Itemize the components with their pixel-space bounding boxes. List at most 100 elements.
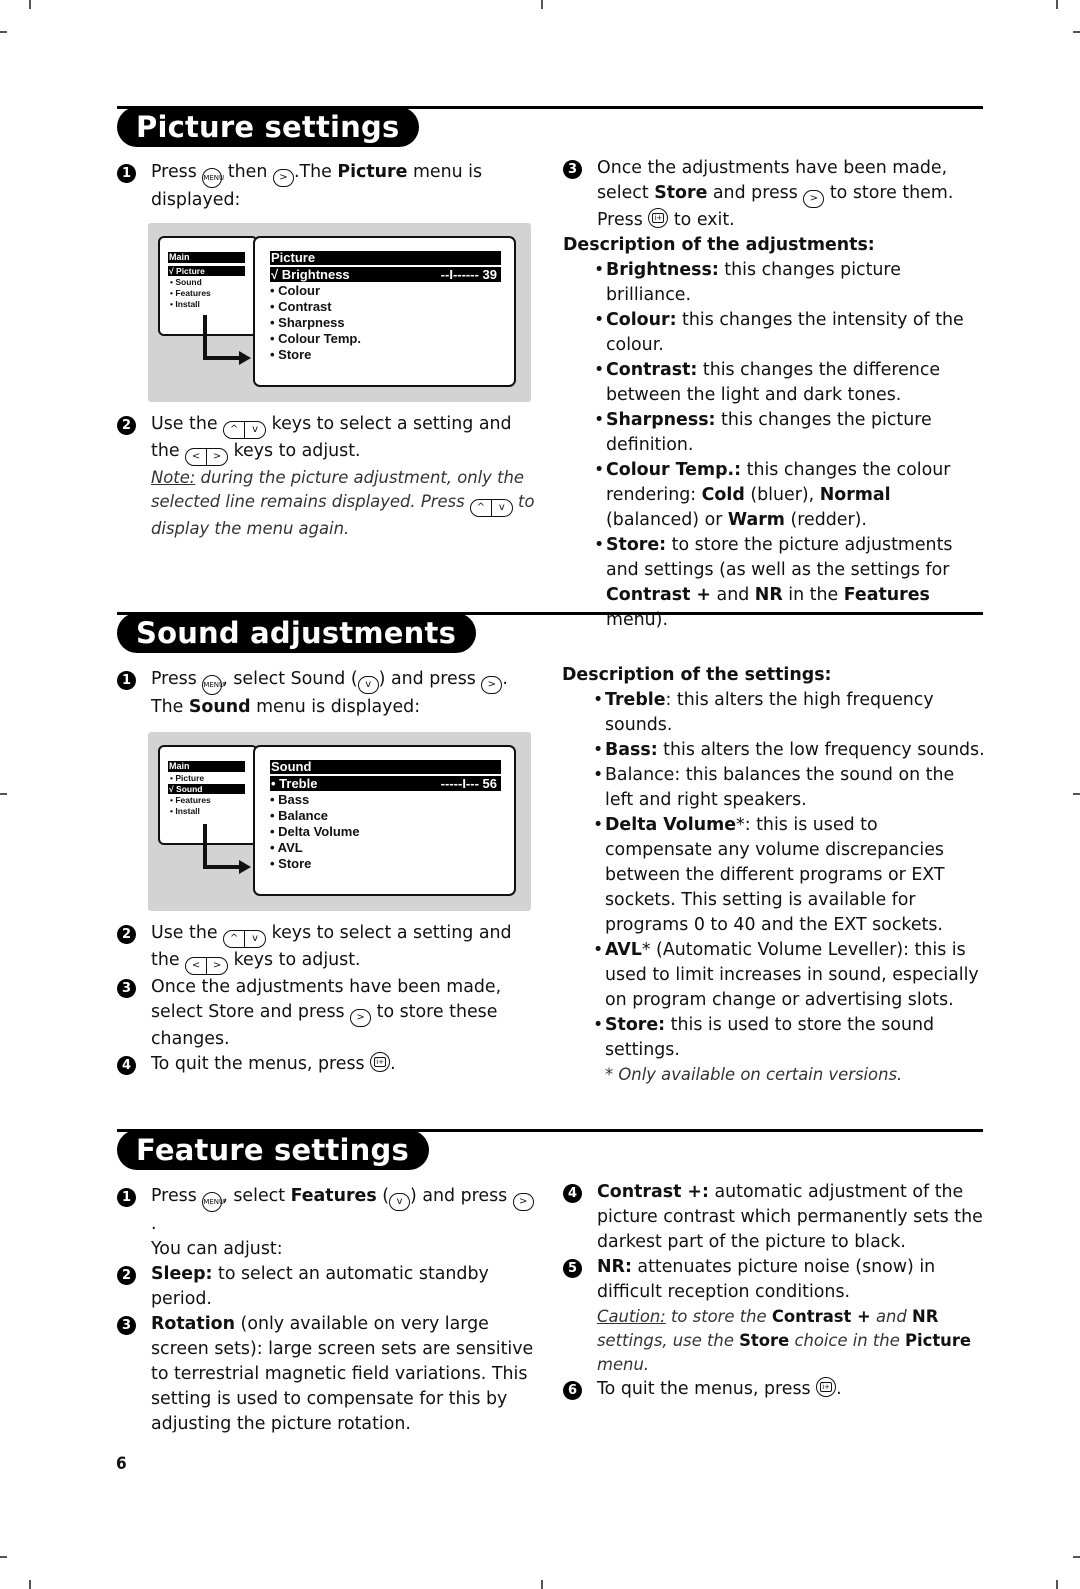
list-item: Colour Temp.: this changes the colour re… (594, 458, 987, 533)
up-down-keys-icon: ^ v (223, 421, 267, 439)
crop-mark (1056, 1580, 1058, 1589)
main-menu-item: • Install (170, 806, 200, 816)
submenu-item-brightness: √ Brightness --I------ 39 (270, 267, 501, 282)
right-column: 3 Once the adjustments have been made, s… (563, 156, 987, 633)
crop-mark (0, 1556, 7, 1558)
picture-submenu-panel: Picture √ Brightness --I------ 39 • Colou… (253, 236, 516, 387)
submenu-item: • AVL (270, 840, 303, 855)
caution-note: Caution: to store the Contrast + and NR … (597, 1307, 972, 1374)
info-key-icon: i+ (648, 208, 669, 228)
step-number: 2 (117, 1266, 136, 1285)
crop-mark (1073, 1556, 1080, 1558)
step-number: 5 (563, 1259, 582, 1278)
step-1: 1 Press MENU, select Features (v) and pr… (117, 1184, 537, 1262)
info-key-icon: i+ (816, 1377, 837, 1397)
sound-submenu-panel: Sound • Treble -----I--- 56 • Bass • Bala… (253, 745, 516, 896)
description-heading: Description of the settings: (562, 665, 832, 685)
step-number: 6 (563, 1381, 582, 1400)
right-column: Description of the settings: Treble: thi… (562, 663, 986, 1087)
step-number: 3 (563, 160, 582, 179)
step-number: 1 (117, 671, 136, 690)
submenu-item: • Balance (270, 808, 329, 823)
main-menu-panel: Main • Picture √ Sound • Features • Inst… (158, 745, 258, 845)
arrow-line (203, 356, 241, 360)
section-header: Sound adjustments (117, 612, 983, 654)
down-key-icon: v (357, 676, 379, 694)
crop-mark (29, 1580, 31, 1589)
step-number: 3 (117, 1316, 136, 1335)
list-item: Sharpness: this changes the picture defi… (594, 408, 987, 458)
crop-mark (541, 1580, 543, 1589)
submenu-item: • Sharpness (270, 315, 345, 330)
list-item: Brightness: this changes picture brillia… (594, 258, 987, 308)
submenu-item: • Store (270, 347, 312, 362)
right-column: 4 Contrast +: automatic adjustment of th… (563, 1180, 987, 1402)
main-menu-item: √ Sound (168, 784, 245, 794)
adjustments-list: Brightness: this changes picture brillia… (563, 258, 987, 633)
brightness-value: --I------ 39 (440, 267, 497, 282)
crop-mark (1056, 0, 1058, 9)
step-number: 1 (117, 164, 136, 183)
step-number: 4 (117, 1056, 136, 1075)
submenu-header: Sound (270, 760, 501, 774)
picture-settings-section: Picture settings 1 Press MENU then > .The… (117, 106, 983, 630)
submenu-item: • Colour Temp. (270, 331, 361, 346)
crop-mark (0, 31, 7, 33)
step-2: 2 Use the ^ v keys to select a setting an… (117, 412, 537, 466)
step-3: 3 Once the adjustments have been made, s… (563, 156, 987, 233)
main-menu-item: √ Picture (168, 266, 245, 276)
section-title: Picture settings (117, 107, 420, 147)
step-2: 2 Use the ^ v keys to select a setting an… (117, 921, 537, 975)
step-1: 1 Press MENU then > .The Picture menu is … (117, 160, 537, 213)
note: Note: during the picture adjustment, onl… (151, 468, 535, 538)
crop-mark (1073, 31, 1080, 33)
info-key-icon: i+ (370, 1052, 391, 1072)
menu-key-icon: MENU (202, 168, 224, 188)
step-4: 4 Contrast +: automatic adjustment of th… (563, 1180, 987, 1255)
step-3: 3 Once the adjustments have been made, s… (117, 975, 537, 1052)
feature-settings-section: Feature settings 1 Press MENU, select Fe… (117, 1129, 983, 1434)
main-menu-panel: Main √ Picture • Sound • Features • Inst… (158, 236, 258, 336)
arrow-right-icon (239, 860, 251, 874)
sound-adjustments-section: Sound adjustments 1 Press MENU, select S… (117, 612, 985, 1084)
menu-key-icon: MENU (202, 1192, 224, 1212)
main-menu-item: • Features (170, 288, 211, 298)
step-4: 4 To quit the menus, press i+. (117, 1052, 537, 1077)
main-menu-item: • Sound (170, 277, 202, 287)
list-item: Delta Volume*: this is used to compensat… (593, 813, 986, 938)
left-right-keys-icon: < > (185, 448, 229, 466)
section-title: Feature settings (117, 1130, 429, 1170)
left-right-keys-icon: < > (185, 957, 229, 975)
list-item: Contrast: this changes the difference be… (594, 358, 987, 408)
section-header: Feature settings (117, 1129, 983, 1171)
settings-list: Treble: this alters the high frequency s… (562, 688, 986, 1063)
left-column: 1 Press MENU, select Sound (v) and press… (117, 667, 537, 1077)
crop-mark (29, 0, 31, 9)
crop-mark (541, 0, 543, 9)
arrow-line (203, 824, 207, 869)
step-2: 2 Sleep: to select an automatic standby … (117, 1262, 537, 1312)
section-header: Picture settings (117, 106, 983, 148)
left-column: 1 Press MENU, select Features (v) and pr… (117, 1184, 537, 1437)
up-down-keys-icon: ^ v (469, 499, 513, 517)
submenu-item-treble: • Treble -----I--- 56 (270, 776, 501, 791)
main-menu-item: • Picture (170, 773, 205, 783)
arrow-line (203, 865, 241, 869)
menu-key-icon: MENU (202, 675, 224, 695)
list-item: Balance: this balances the sound on the … (593, 763, 986, 813)
up-down-keys-icon: ^ v (223, 930, 267, 948)
step-3: 3 Rotation (only available on very large… (117, 1312, 537, 1437)
list-item: Store: this is used to store the sound s… (593, 1013, 986, 1063)
main-menu-header: Main (168, 252, 245, 263)
main-menu-header: Main (168, 761, 245, 772)
footnote: * Only available on certain versions. (605, 1065, 903, 1084)
arrow-right-icon (239, 351, 251, 365)
right-key-icon: > (512, 1193, 534, 1211)
submenu-item: • Delta Volume (270, 824, 360, 839)
list-item: Treble: this alters the high frequency s… (593, 688, 986, 738)
right-key-icon: > (481, 676, 503, 694)
crop-mark (0, 793, 7, 795)
list-item: Bass: this alters the low frequency soun… (593, 738, 986, 763)
right-key-icon: > (803, 190, 825, 208)
submenu-item: • Bass (270, 792, 310, 807)
